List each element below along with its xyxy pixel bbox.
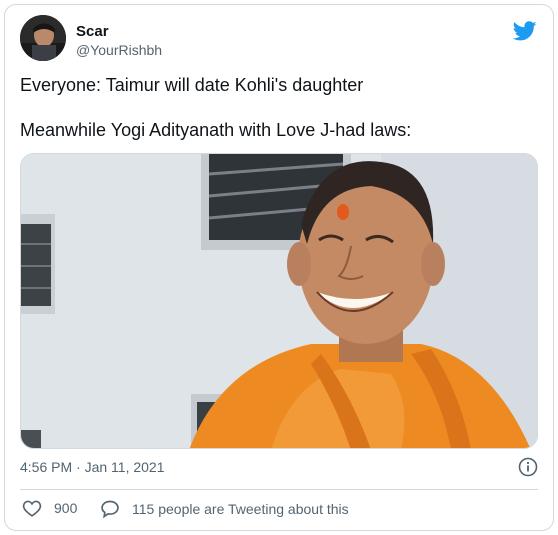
tweet-timestamp[interactable]: 4:56 PM · Jan 11, 2021 bbox=[20, 459, 165, 475]
like-button[interactable]: 900 bbox=[22, 499, 77, 517]
conversation-text: 115 people are Tweeting about this bbox=[132, 501, 349, 517]
author-name[interactable]: Scar bbox=[76, 23, 109, 40]
speech-bubble-icon bbox=[101, 500, 119, 519]
tweet-photo[interactable] bbox=[20, 153, 538, 449]
divider bbox=[20, 489, 538, 490]
heart-icon bbox=[22, 500, 42, 517]
conversation-link[interactable]: 115 people are Tweeting about this bbox=[100, 499, 349, 519]
info-icon[interactable] bbox=[518, 457, 538, 477]
twitter-bird-icon[interactable] bbox=[512, 19, 538, 43]
tweet-header: Scar @YourRishbh bbox=[20, 15, 538, 63]
like-count: 900 bbox=[54, 500, 78, 516]
tweet-text-line-2: Meanwhile Yogi Adityanath with Love J-ha… bbox=[20, 120, 412, 140]
tweet-actions: 900 115 people are Tweeting about this bbox=[20, 499, 538, 519]
tweet-text: Everyone: Taimur will date Kohli's daugh… bbox=[20, 73, 540, 142]
tweet-card: Scar @YourRishbh Everyone: Taimur will d… bbox=[4, 4, 554, 531]
tweet-text-line-1: Everyone: Taimur will date Kohli's daugh… bbox=[20, 75, 364, 95]
author-handle[interactable]: @YourRishbh bbox=[76, 42, 162, 58]
author-avatar[interactable] bbox=[20, 15, 66, 61]
